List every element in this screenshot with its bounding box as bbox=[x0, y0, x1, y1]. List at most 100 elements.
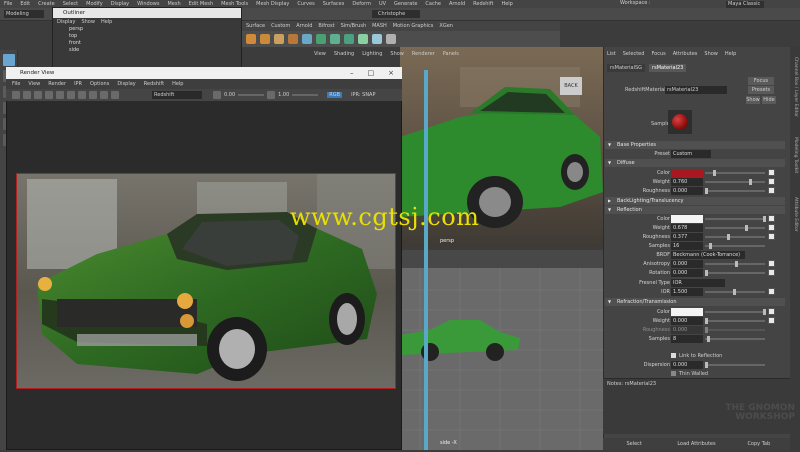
diffuse-weight-map-icon[interactable] bbox=[768, 178, 775, 185]
workspace-select[interactable]: Maya Classic bbox=[726, 1, 764, 8]
shelf-tab-sim-brush[interactable]: Sim/Brush bbox=[341, 23, 367, 29]
channel-box-tab[interactable]: Channel Box / Layer Editor bbox=[793, 57, 798, 117]
shelf-tab-xgen[interactable]: XGen bbox=[439, 23, 453, 29]
link-reflection-checkbox[interactable] bbox=[671, 353, 676, 358]
refr-weight-field[interactable]: 0.000 bbox=[671, 317, 703, 325]
refr-roughness-slider[interactable] bbox=[705, 327, 765, 333]
menu-arnold[interactable]: Arnold bbox=[449, 1, 465, 7]
menu-deform[interactable]: Deform bbox=[352, 1, 371, 7]
shelf-bridge-icon[interactable] bbox=[330, 34, 340, 44]
snapshot-icon[interactable] bbox=[34, 91, 42, 99]
menu-curves[interactable]: Curves bbox=[297, 1, 314, 7]
zoom-icon[interactable] bbox=[111, 91, 119, 99]
refl-roughness-field[interactable]: 0.377 bbox=[671, 233, 703, 241]
menu-cache[interactable]: Cache bbox=[425, 1, 441, 7]
tab-rsmaterialsg[interactable]: rsMaterialSG bbox=[607, 63, 646, 72]
outliner-item-top[interactable]: top bbox=[53, 33, 241, 40]
outliner-item-front[interactable]: front bbox=[53, 40, 241, 47]
display-icon[interactable] bbox=[67, 91, 75, 99]
outliner-item-side[interactable]: side bbox=[53, 47, 241, 54]
render-frame-icon[interactable] bbox=[12, 91, 20, 99]
viewport-menu-panels[interactable]: Panels bbox=[443, 51, 459, 57]
side-viewport[interactable] bbox=[400, 250, 603, 450]
attr-menu-list[interactable]: List bbox=[607, 51, 616, 57]
viewport-menu-view[interactable]: View bbox=[314, 51, 326, 57]
shelf-cylinder-icon[interactable] bbox=[274, 34, 284, 44]
focus-button[interactable]: Focus bbox=[748, 77, 774, 85]
attr-menu-show[interactable]: Show bbox=[704, 51, 718, 57]
render-menu-view[interactable]: View bbox=[28, 81, 40, 87]
menu-file[interactable]: File bbox=[4, 1, 12, 7]
diffuse-color-slider[interactable] bbox=[705, 170, 765, 176]
attr-menu-focus[interactable]: Focus bbox=[651, 51, 665, 57]
refl-rotation-map-icon[interactable] bbox=[768, 269, 775, 276]
ipr-icon[interactable] bbox=[45, 91, 53, 99]
shelf-cube-icon[interactable] bbox=[260, 34, 270, 44]
section-reflection[interactable]: Reflection bbox=[605, 206, 785, 214]
section-base-properties[interactable]: Base Properties bbox=[605, 141, 785, 149]
refl-weight-slider[interactable] bbox=[705, 225, 765, 231]
shelf-merge-icon[interactable] bbox=[358, 34, 368, 44]
shelf-tab-mash[interactable]: MASH bbox=[372, 23, 387, 29]
refl-rotation-field[interactable]: 0.000 bbox=[671, 269, 703, 277]
render-menu-file[interactable]: File bbox=[12, 81, 20, 87]
menu-help[interactable]: Help bbox=[501, 1, 512, 7]
render-menu-display[interactable]: Display bbox=[117, 81, 135, 87]
select-button[interactable]: Select bbox=[603, 438, 665, 450]
refl-rotation-slider[interactable] bbox=[705, 270, 765, 276]
refl-weight-field[interactable]: 0.678 bbox=[671, 224, 703, 232]
section-diffuse[interactable]: Diffuse bbox=[605, 159, 785, 167]
menuset-select[interactable]: Modeling bbox=[4, 10, 44, 18]
diffuse-color-map-icon[interactable] bbox=[768, 169, 775, 176]
refl-color-swatch[interactable] bbox=[671, 215, 703, 223]
renderer-select[interactable]: Redshift bbox=[152, 91, 202, 99]
refl-fresnel-select[interactable]: IOR bbox=[671, 279, 725, 287]
user-select[interactable]: Christophe bbox=[372, 10, 420, 18]
show-button[interactable]: Show bbox=[746, 96, 760, 104]
attr-menu-help[interactable]: Help bbox=[725, 51, 736, 57]
refl-ior-map-icon[interactable] bbox=[768, 288, 775, 295]
menu-uv[interactable]: UV bbox=[379, 1, 386, 7]
load-attributes-button[interactable]: Load Attributes bbox=[665, 438, 727, 450]
attr-menu-attributes[interactable]: Attributes bbox=[673, 51, 698, 57]
viewport-menu-renderer[interactable]: Renderer bbox=[412, 51, 435, 57]
outliner-menu-display[interactable]: Display bbox=[57, 19, 75, 25]
refl-ior-field[interactable]: 1.500 bbox=[671, 288, 703, 296]
menu-mesh-display[interactable]: Mesh Display bbox=[256, 1, 289, 7]
refr-dispersion-slider[interactable] bbox=[705, 362, 765, 368]
refl-anisotropy-field[interactable]: 0.000 bbox=[671, 260, 703, 268]
refr-color-slider[interactable] bbox=[705, 309, 766, 315]
render-menu-redshift[interactable]: Redshift bbox=[144, 81, 164, 87]
section-backlighting[interactable]: BackLighting/Translucency bbox=[605, 197, 785, 205]
hide-button[interactable]: Hide bbox=[762, 96, 776, 104]
refl-samples-slider[interactable] bbox=[705, 243, 765, 249]
gamma-slider[interactable] bbox=[292, 94, 319, 96]
outliner-menu-show[interactable]: Show bbox=[81, 19, 95, 25]
render-menu-ipr[interactable]: IPR bbox=[74, 81, 82, 87]
outliner-item-persp[interactable]: persp bbox=[53, 26, 241, 33]
attribute-editor-tab[interactable]: Attribute Editor bbox=[793, 197, 798, 232]
refl-samples-field[interactable]: 16 bbox=[671, 242, 703, 250]
region-icon[interactable] bbox=[100, 91, 108, 99]
refl-roughness-slider[interactable] bbox=[705, 234, 765, 240]
refl-roughness-map-icon[interactable] bbox=[768, 233, 775, 240]
maximize-icon[interactable]: □ bbox=[368, 69, 375, 77]
shelf-grid-icon[interactable] bbox=[386, 34, 396, 44]
render-region-icon[interactable] bbox=[23, 91, 31, 99]
exposure-slider[interactable] bbox=[238, 94, 265, 96]
refr-color-swatch[interactable] bbox=[671, 308, 703, 316]
tab-rsmaterial23[interactable]: rsMaterial23 bbox=[649, 63, 687, 72]
render-menu-help[interactable]: Help bbox=[172, 81, 183, 87]
diffuse-weight-field[interactable]: 0.760 bbox=[671, 178, 703, 186]
rgb-mode-button[interactable]: RGB bbox=[327, 92, 343, 98]
viewport-menu-lighting[interactable]: Lighting bbox=[362, 51, 382, 57]
shelf-tab-custom[interactable]: Custom bbox=[271, 23, 290, 29]
shelf-tab-arnold[interactable]: Arnold bbox=[296, 23, 312, 29]
exposure-value[interactable]: 0.00 bbox=[224, 92, 235, 98]
refl-weight-map-icon[interactable] bbox=[768, 224, 775, 231]
gamma-value[interactable]: 1.00 bbox=[278, 92, 289, 98]
attr-menu-selected[interactable]: Selected bbox=[623, 51, 645, 57]
refr-roughness-field[interactable]: 0.000 bbox=[671, 326, 703, 334]
shelf-tab-motion-graphics[interactable]: Motion Graphics bbox=[393, 23, 434, 29]
select-tool-icon[interactable] bbox=[3, 54, 15, 66]
